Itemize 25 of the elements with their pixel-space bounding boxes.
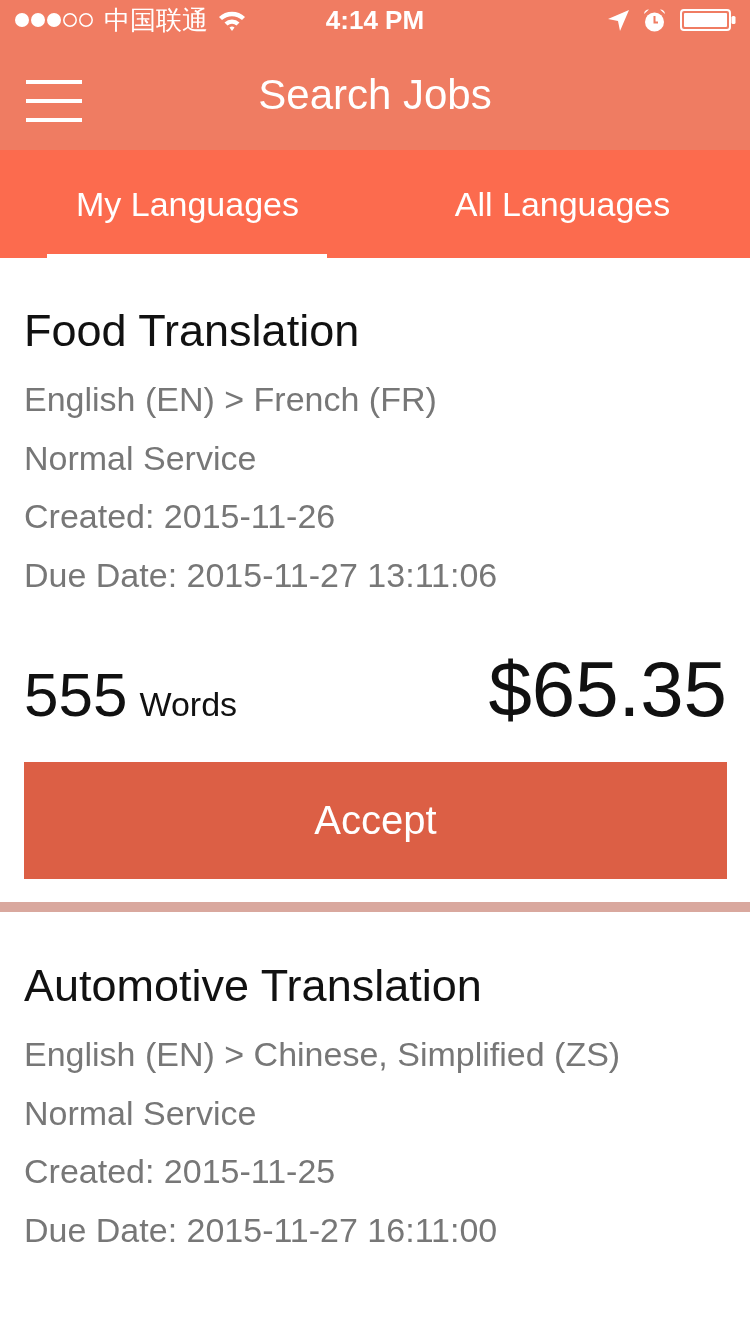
status-time: 4:14 PM [325,5,425,35]
job-title: Food Translation [24,304,361,358]
job-detail: Due Date: 2015-11-27 16:11:00 [24,1209,499,1251]
job-price: $65.35 [488,649,727,729]
language-tab[interactable]: My Languages [0,150,375,258]
menu-icon[interactable] [26,80,82,122]
alarm-clock-icon [643,8,666,32]
language-tab[interactable]: All Languages [375,150,750,258]
job-detail: Normal Service [24,437,258,479]
signal-strength-icon [14,12,94,28]
job-detail: Due Date: 2015-11-27 13:11:06 [24,554,499,596]
accept-button[interactable]: Accept [24,762,727,879]
job-detail: Normal Service [24,1092,258,1134]
job-detail: Created: 2015-11-25 [24,1151,337,1192]
wifi-icon [218,9,246,31]
job-title: Automotive Translation [24,959,483,1013]
carrier-name: 中国联通 [104,5,208,35]
job-detail: English (EN) > Chinese, Simplified (ZS) [24,1034,622,1075]
page-title: Search Jobs [258,70,492,120]
job-detail: English (EN) > French (FR) [24,379,438,420]
word-unit: Words [139,684,238,725]
job-detail: Created: 2015-11-26 [24,496,337,537]
location-arrow-icon [608,9,629,31]
word-count: 555 [24,659,128,731]
battery-icon [680,9,736,31]
